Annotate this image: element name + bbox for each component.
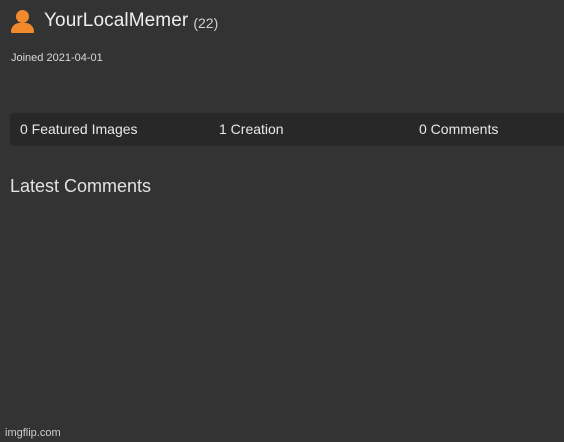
username[interactable]: YourLocalMemer xyxy=(44,10,188,32)
imgflip-watermark: imgflip.com xyxy=(5,427,61,439)
user-icon xyxy=(10,9,36,33)
stat-featured-images[interactable]: 0 Featured Images xyxy=(20,113,138,146)
latest-comments-title: Latest Comments xyxy=(10,176,152,196)
stats-bar: 0 Featured Images 1 Creation 0 Comments xyxy=(10,113,564,146)
stat-creations[interactable]: 1 Creation xyxy=(219,113,284,146)
joined-date: Joined 2021-04-01 xyxy=(11,52,103,64)
user-points: (22) xyxy=(193,14,219,31)
profile-header: YourLocalMemer (22) xyxy=(10,8,218,34)
stat-comments[interactable]: 0 Comments xyxy=(419,113,498,146)
